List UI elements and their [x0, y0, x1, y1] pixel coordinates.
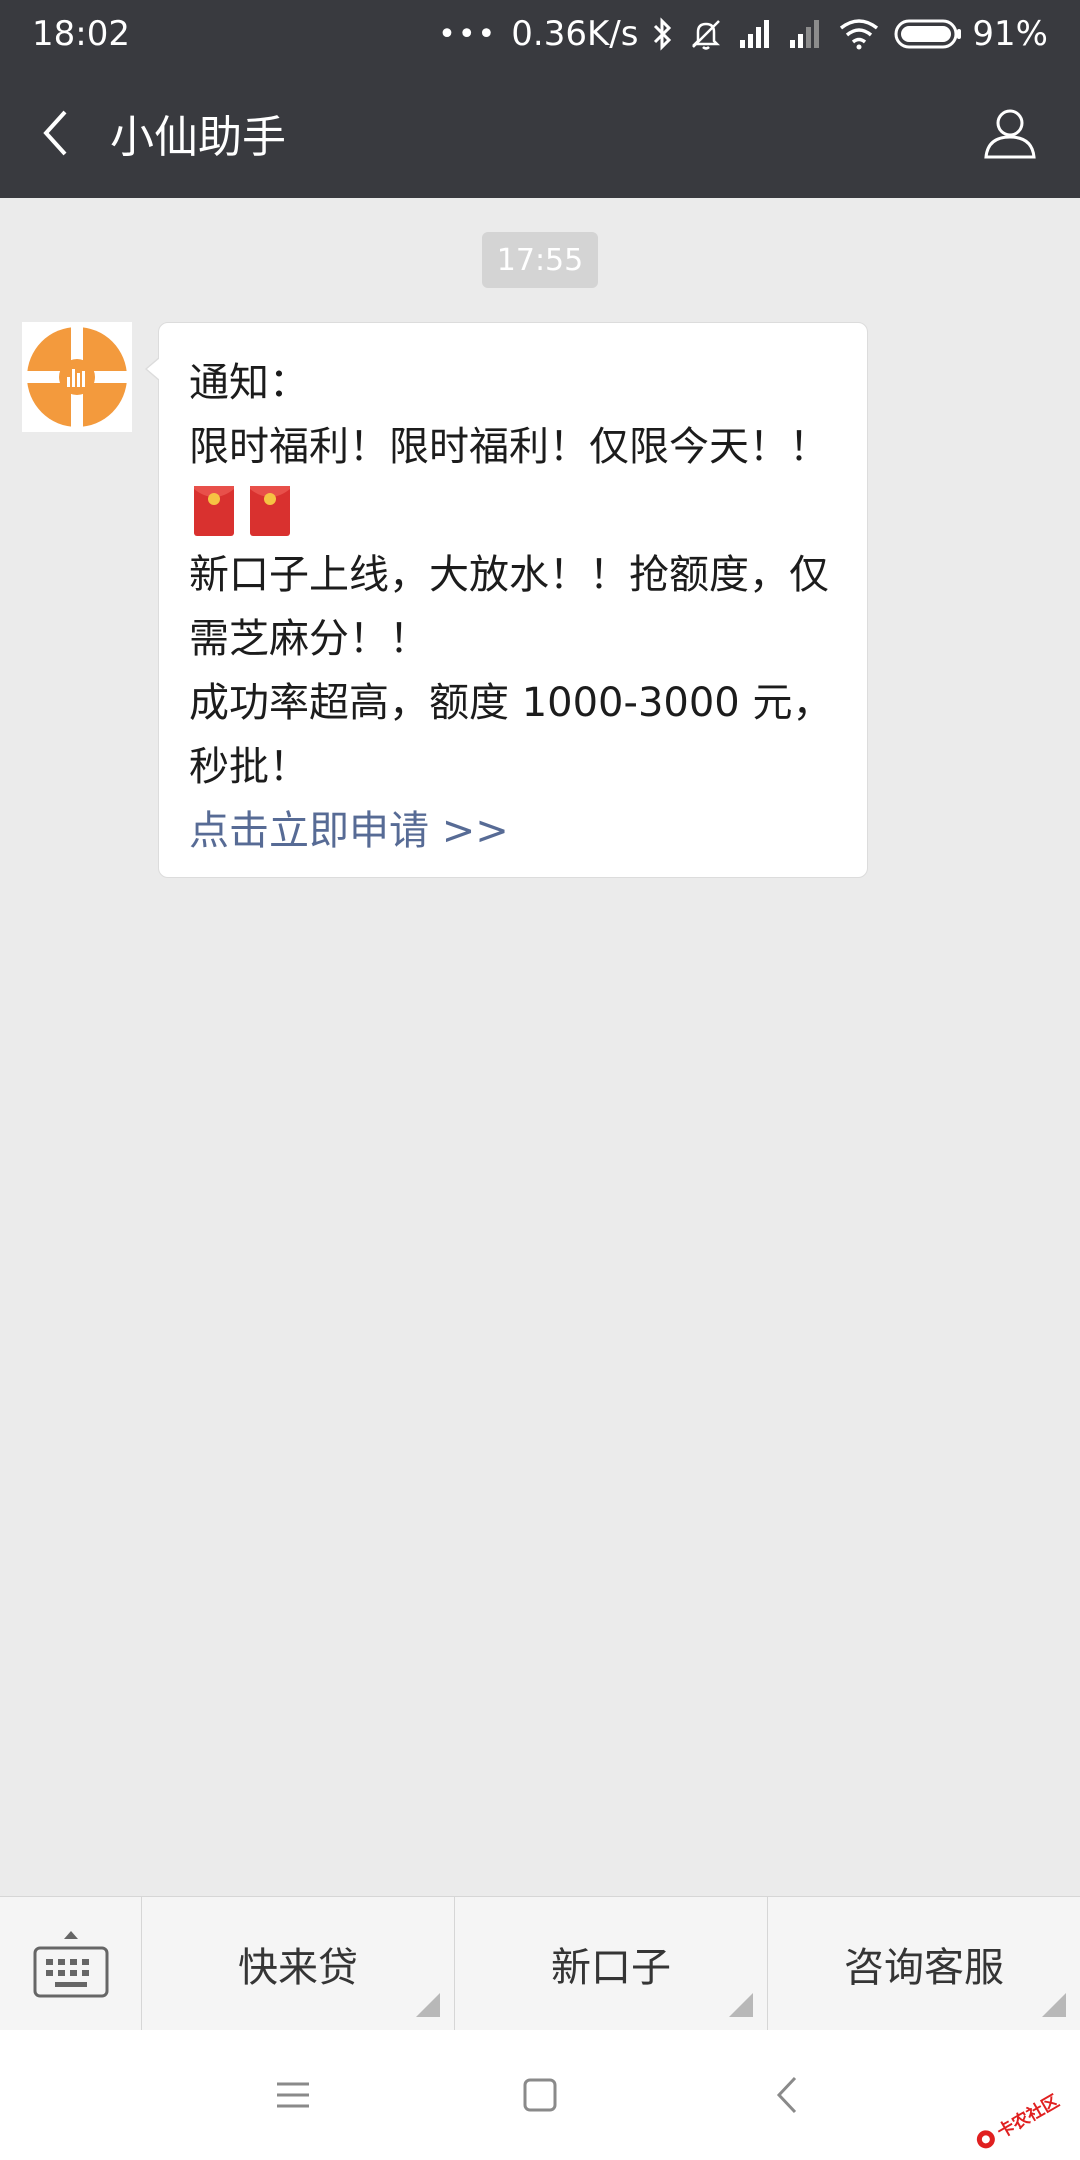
more-dots: •••: [438, 16, 498, 52]
battery-icon: [894, 19, 962, 49]
status-time: 18:02: [32, 14, 130, 54]
square-icon: [523, 2078, 557, 2112]
brand-logo-icon: [25, 325, 129, 429]
wifi-icon: [840, 19, 879, 50]
person-icon: [984, 109, 1036, 159]
message-line: 成功率超高，额度 1000-3000 元，: [189, 680, 833, 726]
battery-percent: 91%: [972, 14, 1048, 54]
recent-apps-button[interactable]: [253, 2055, 333, 2135]
menu-item-label: 咨询客服: [844, 1945, 1004, 1991]
message-line: 通知：: [189, 360, 309, 406]
bluetooth-icon: [654, 17, 672, 51]
signal-icon-2: [790, 20, 820, 48]
message-line: 需芝麻分！！: [189, 616, 429, 662]
red-envelope-icon: [250, 486, 290, 536]
back-button[interactable]: [0, 68, 110, 198]
chevron-left-icon: [43, 110, 67, 156]
menu-icon: [277, 2082, 310, 2108]
status-bar: 18:02 ••• 0.36K/s 91%: [0, 0, 1080, 68]
message-line: 秒批！: [189, 744, 309, 790]
avatar[interactable]: [22, 322, 132, 432]
watermark-text: 卡农社区: [993, 2091, 1062, 2143]
menu-item-customer-service[interactable]: 咨询客服: [768, 1897, 1080, 2031]
home-button[interactable]: [500, 2055, 580, 2135]
system-nav-bar: [0, 2030, 1080, 2160]
menu-item-label: 新口子: [551, 1945, 671, 1991]
page-title: 小仙助手: [110, 112, 286, 163]
chevron-left-icon: [776, 2076, 796, 2114]
apply-now-link[interactable]: 点击立即申请 >>: [189, 799, 839, 863]
message-line: 新口子上线，大放水！！抢额度，仅: [189, 552, 829, 598]
battery: 91%: [894, 14, 1048, 54]
submenu-corner-icon: [1042, 1993, 1066, 2017]
keyboard-icon: [33, 1946, 108, 1998]
watermark-logo: 卡农社区: [976, 2091, 1063, 2149]
keyboard-toggle-button[interactable]: [0, 1897, 142, 2031]
bottom-menu: 快来贷 新口子 咨询客服: [0, 1896, 1080, 2031]
profile-button[interactable]: [940, 68, 1080, 198]
status-icons: ••• 0.36K/s 91%: [438, 14, 1048, 54]
emoji-row: [189, 479, 839, 543]
menu-item-kuailaidai[interactable]: 快来贷: [142, 1897, 455, 2031]
mute-bell-icon: [692, 20, 721, 50]
red-envelope-icon: [194, 486, 234, 536]
submenu-corner-icon: [416, 1993, 440, 2017]
caret-up-icon: [63, 1931, 78, 1939]
nav-back-button[interactable]: [747, 2055, 827, 2135]
signal-icon: [740, 20, 770, 48]
title-bar: 小仙助手: [0, 68, 1080, 198]
message-line: 限时福利！限时福利！仅限今天！！: [189, 424, 829, 470]
menu-item-xinkouzi[interactable]: 新口子: [455, 1897, 768, 2031]
message-bubble[interactable]: 通知： 限时福利！限时福利！仅限今天！！ 新口子上线，大放水！！抢额度，仅 需芝…: [145, 322, 868, 878]
submenu-corner-icon: [729, 1993, 753, 2017]
message-timestamp: 17:55: [482, 232, 598, 288]
menu-item-label: 快来贷: [238, 1945, 358, 1991]
network-speed: 0.36K/s: [511, 14, 639, 54]
